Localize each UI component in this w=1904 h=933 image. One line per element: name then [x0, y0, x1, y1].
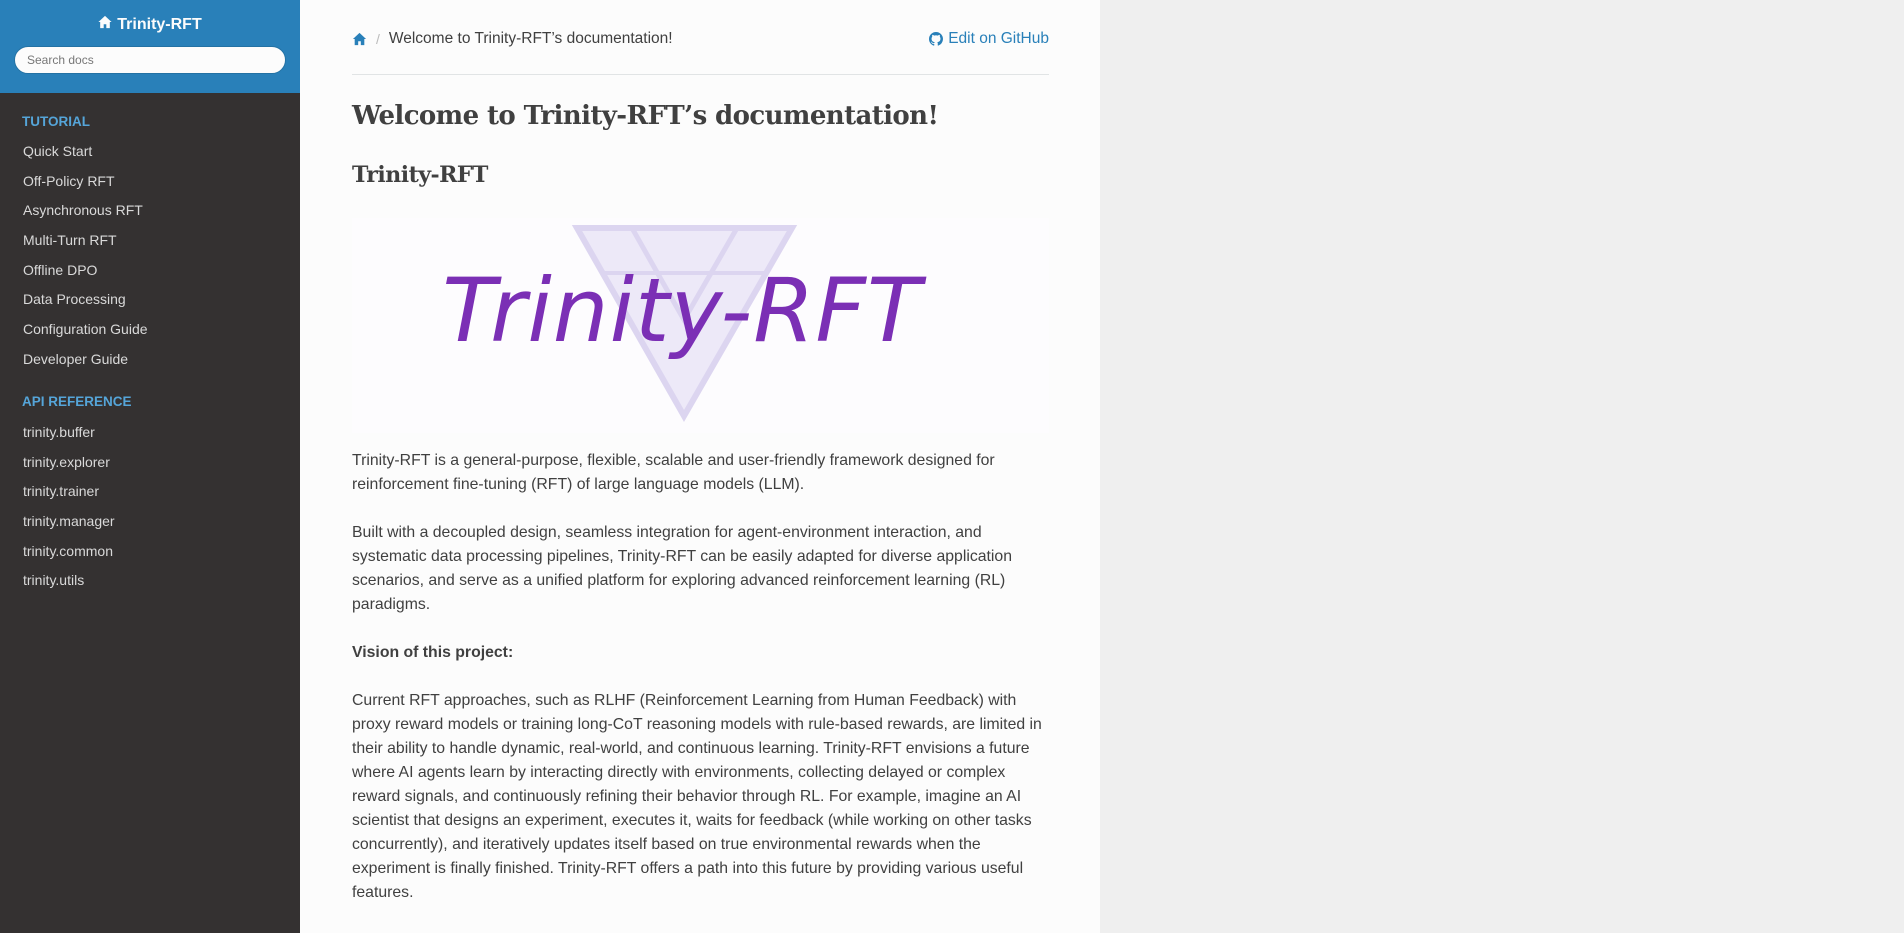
- nav-item-trinity-utils[interactable]: trinity.utils: [0, 566, 300, 596]
- nav-item-trinity-trainer[interactable]: trinity.trainer: [0, 477, 300, 507]
- brand-label: Trinity-RFT: [117, 15, 202, 33]
- breadcrumb: / Welcome to Trinity-RFT’s documentation…: [352, 28, 1049, 50]
- nav-item-asynchronous-rft[interactable]: Asynchronous RFT: [0, 196, 300, 226]
- brand-link[interactable]: Trinity-RFT: [98, 15, 202, 34]
- home-icon: [98, 15, 112, 34]
- vision-heading-paragraph: Vision of this project:: [352, 641, 1049, 665]
- sidebar-header: Trinity-RFT: [0, 0, 300, 93]
- search-input[interactable]: [14, 46, 286, 74]
- home-icon[interactable]: [352, 32, 367, 46]
- section-title: Trinity-RFT: [352, 162, 488, 188]
- edit-on-github-link[interactable]: Edit on GitHub: [929, 30, 1049, 48]
- nav-item-quick-start[interactable]: Quick Start: [0, 137, 300, 167]
- main-content: / Welcome to Trinity-RFT’s documentation…: [300, 0, 1100, 933]
- caption-api-reference: API REFERENCE: [22, 394, 132, 409]
- logo-text: Trinity-RFT: [442, 259, 927, 362]
- vision-paragraph: Current RFT approaches, such as RLHF (Re…: [352, 692, 1042, 901]
- trinity-rft-logo: Trinity-RFT: [352, 218, 1049, 433]
- nav-api-reference: trinity.buffer trinity.explorer trinity.…: [0, 418, 300, 596]
- nav-item-trinity-buffer[interactable]: trinity.buffer: [0, 418, 300, 448]
- nav-item-data-processing[interactable]: Data Processing: [0, 285, 300, 315]
- nav-item-off-policy-rft[interactable]: Off-Policy RFT: [0, 167, 300, 197]
- vision-heading: Vision of this project:: [352, 644, 514, 661]
- nav-item-trinity-common[interactable]: trinity.common: [0, 537, 300, 567]
- breadcrumb-divider: [352, 74, 1049, 75]
- breadcrumb-current: Welcome to Trinity-RFT’s documentation!: [388, 30, 673, 47]
- nav-item-trinity-explorer[interactable]: trinity.explorer: [0, 448, 300, 478]
- nav-item-multi-turn-rft[interactable]: Multi-Turn RFT: [0, 226, 300, 256]
- nav-item-developer-guide[interactable]: Developer Guide: [0, 345, 300, 375]
- nav-item-offline-dpo[interactable]: Offline DPO: [0, 256, 300, 286]
- caption-tutorial: TUTORIAL: [22, 114, 90, 129]
- intro-paragraph: Trinity-RFT is a general-purpose, flexib…: [352, 452, 995, 493]
- design-paragraph: Built with a decoupled design, seamless …: [352, 524, 1012, 613]
- github-icon: [929, 32, 944, 46]
- edit-on-github-label: Edit on GitHub: [948, 30, 1049, 47]
- breadcrumb-separator: /: [376, 31, 380, 47]
- nav-tutorial: Quick Start Off-Policy RFT Asynchronous …: [0, 137, 300, 375]
- nav-item-trinity-manager[interactable]: trinity.manager: [0, 507, 300, 537]
- nav-item-configuration-guide[interactable]: Configuration Guide: [0, 315, 300, 345]
- sidebar: Trinity-RFT TUTORIAL Quick Start Off-Pol…: [0, 0, 300, 933]
- page-title: Welcome to Trinity-RFT’s documentation!: [352, 101, 939, 131]
